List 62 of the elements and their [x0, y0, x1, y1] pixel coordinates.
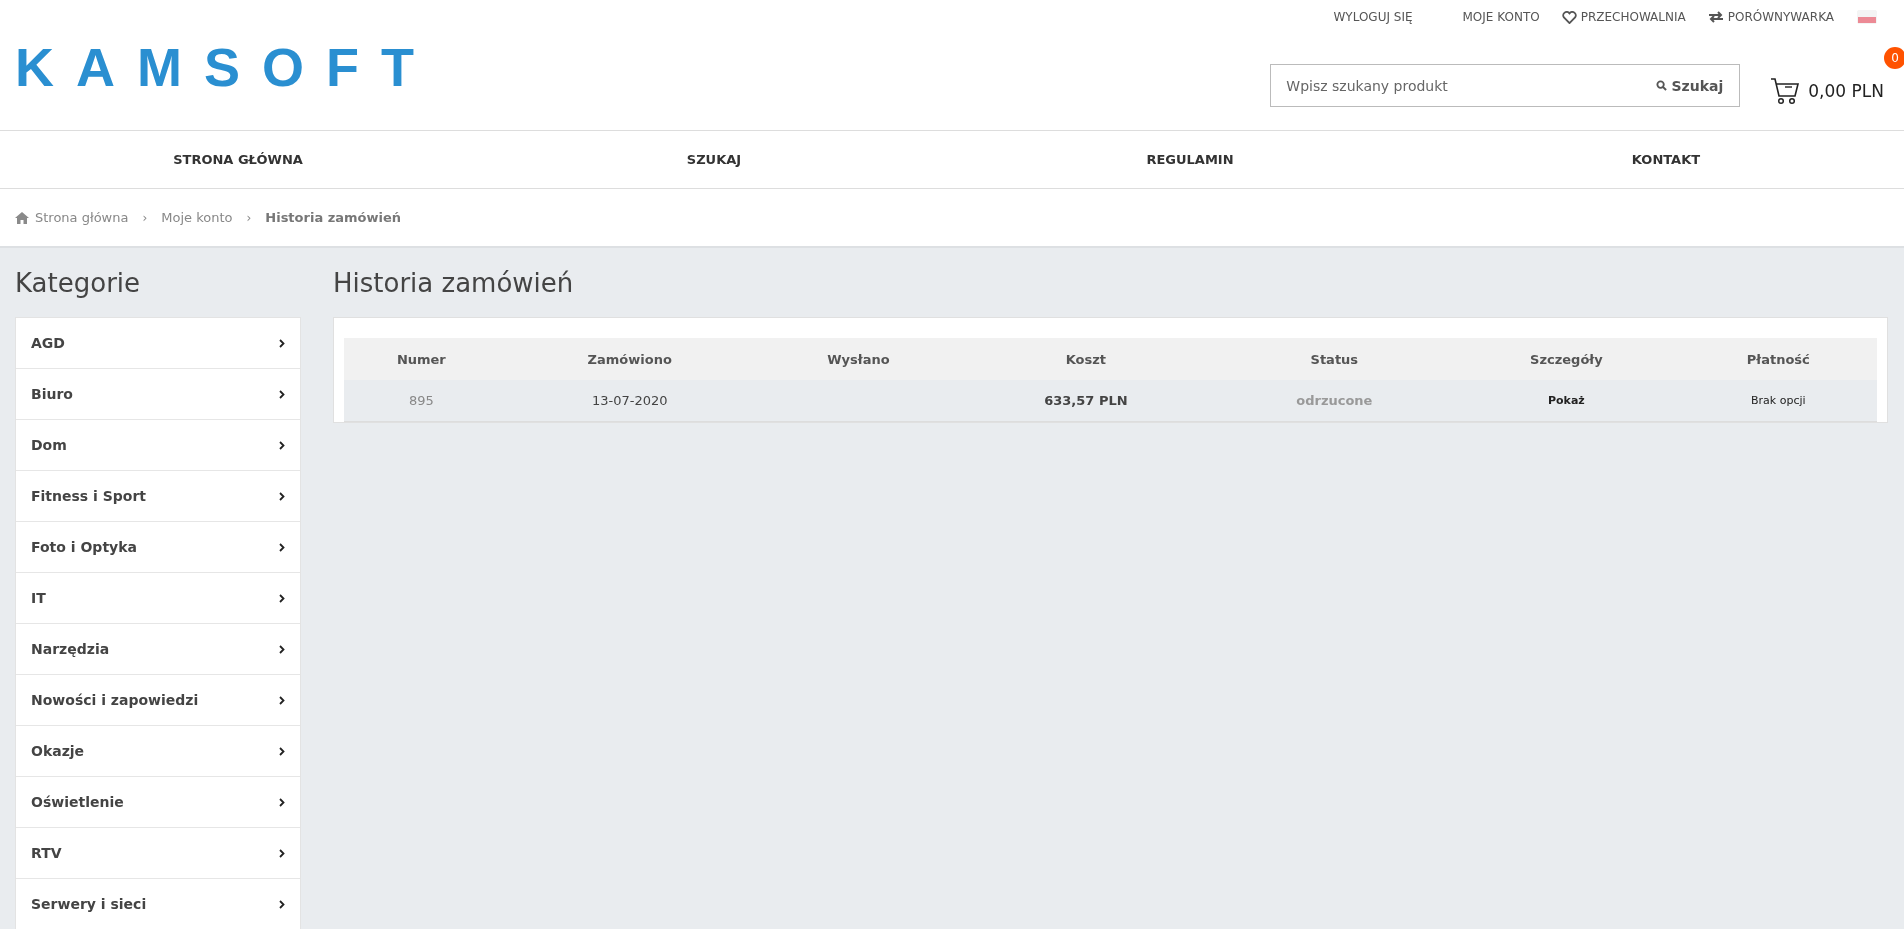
- column-header: Numer: [344, 338, 499, 381]
- table-cell: 13-07-2020: [591, 393, 668, 409]
- chevron-right-icon: [279, 491, 285, 501]
- nav-link[interactable]: REGULAMIN: [1146, 152, 1234, 167]
- page-title: Historia zamówień: [333, 268, 575, 300]
- logo[interactable]: KAMSOFT: [15, 40, 436, 94]
- top-link[interactable]: PORÓWNYWARKA: [1707, 10, 1834, 24]
- chevron-right-icon: [279, 899, 285, 909]
- chevron-right-icon: [279, 848, 285, 858]
- search-field[interactable]: Wpisz szukany produkt Szukaj: [1270, 64, 1741, 107]
- heart-icon: [1561, 10, 1577, 24]
- category-item[interactable]: Nowości i zapowiedzi: [16, 675, 300, 727]
- breadcrumb-separator: ›: [142, 210, 148, 225]
- category-item[interactable]: Biuro: [16, 369, 300, 421]
- category-item[interactable]: RTV: [16, 828, 300, 880]
- breadcrumb-link[interactable]: Moje konto: [161, 210, 233, 225]
- search-icon: [1655, 80, 1667, 91]
- table-cell: odrzucone: [1296, 393, 1373, 409]
- chevron-right-icon: [279, 746, 285, 756]
- chevron-right-icon: [279, 338, 285, 348]
- breadcrumb-separator: ›: [246, 210, 252, 225]
- category-item[interactable]: Foto i Optyka: [16, 522, 300, 574]
- nav-link[interactable]: STRONA GŁÓWNA: [173, 152, 303, 167]
- chevron-right-icon: [279, 695, 285, 705]
- nav-link[interactable]: KONTAKT: [1631, 152, 1701, 167]
- breadcrumb-link[interactable]: Strona główna: [35, 210, 129, 225]
- chevron-right-icon: [279, 797, 285, 807]
- table-cell: 633,57 PLN: [1044, 393, 1128, 409]
- column-header: Płatność: [1679, 338, 1877, 381]
- column-header: Status: [1215, 338, 1454, 381]
- home-icon[interactable]: [15, 211, 29, 224]
- category-item[interactable]: Serwery i sieci: [16, 879, 300, 929]
- category-item[interactable]: Dom: [16, 420, 300, 472]
- top-link[interactable]: WYLOGUJ SIĘ: [1333, 10, 1413, 24]
- category-item[interactable]: Oświetlenie: [16, 777, 300, 829]
- chevron-right-icon: [279, 593, 285, 603]
- swap-arrows-icon: [1707, 11, 1724, 23]
- nav-link[interactable]: SZUKAJ: [686, 152, 742, 167]
- category-item[interactable]: Narzędzia: [16, 624, 300, 676]
- details-link[interactable]: Pokaż: [1547, 394, 1585, 408]
- chevron-right-icon: [279, 644, 285, 654]
- chevron-right-icon: [279, 440, 285, 450]
- category-item[interactable]: Okazje: [16, 726, 300, 778]
- flag-icon[interactable]: [1858, 11, 1876, 23]
- column-header: Szczegóły: [1453, 338, 1680, 381]
- category-item[interactable]: Fitness i Sport: [16, 471, 300, 523]
- table-cell: 895: [408, 393, 434, 409]
- cart-count-badge: 0: [1884, 46, 1904, 69]
- column-header: Zamówiono: [498, 338, 761, 381]
- chevron-right-icon: [279, 389, 285, 399]
- sidebar-title: Kategorie: [15, 268, 142, 300]
- column-header: Wysłano: [760, 338, 957, 381]
- top-link[interactable]: MOJE KONTO: [1462, 10, 1540, 24]
- category-item[interactable]: IT: [16, 573, 300, 625]
- cart-icon[interactable]: [1770, 76, 1801, 105]
- top-link[interactable]: PRZECHOWALNIA: [1561, 10, 1686, 24]
- category-item[interactable]: AGD: [16, 318, 300, 370]
- chevron-right-icon: [279, 542, 285, 552]
- search-button[interactable]: Szukaj: [1639, 77, 1740, 94]
- column-header: Koszt: [956, 338, 1216, 381]
- table-cell: Brak opcji: [1751, 394, 1806, 408]
- cart-total[interactable]: 0,00 PLN: [1808, 80, 1884, 101]
